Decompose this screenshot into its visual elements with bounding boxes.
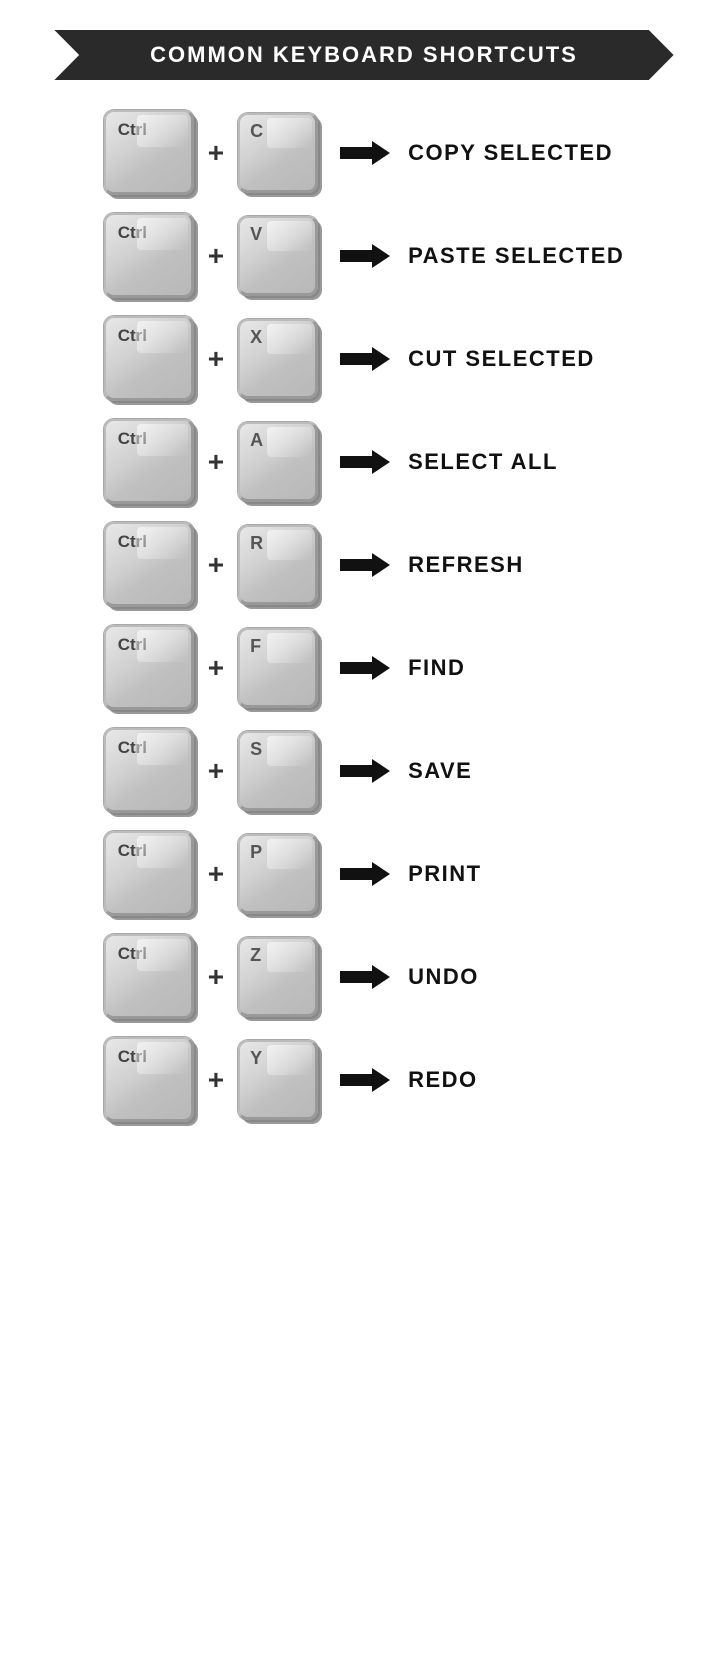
ctrl-key-find: Ctrl [104,625,194,710]
arrow-icon-paste [340,244,390,268]
page-title: COMMON KEYBOARD SHORTCUTS [54,30,673,80]
ctrl-key-label-find: Ctrl [118,635,147,655]
ctrl-key-save: Ctrl [104,728,194,813]
ctrl-key-select: Ctrl [104,419,194,504]
letter-key-label-select: A [250,430,263,451]
shortcut-description-print: PRINT [408,861,482,887]
arrow-icon-print [340,862,390,886]
letter-key-label-redo: Y [250,1048,262,1069]
ctrl-key-label-save: Ctrl [118,738,147,758]
ctrl-key-label-print: Ctrl [118,841,147,861]
letter-key-paste: V [238,216,318,296]
shortcut-row-find: Ctrl + F FIND [104,625,625,710]
letter-key-find: F [238,628,318,708]
plus-sign-save: + [208,755,224,787]
plus-sign-select: + [208,446,224,478]
ctrl-key-label-undo: Ctrl [118,944,147,964]
plus-sign-copy: + [208,137,224,169]
shortcut-row-paste: Ctrl + V PASTE SELECTED [104,213,625,298]
ctrl-key-refresh: Ctrl [104,522,194,607]
ctrl-key-label-copy: Ctrl [118,120,147,140]
shortcut-row-print: Ctrl + P PRINT [104,831,625,916]
plus-sign-cut: + [208,343,224,375]
shortcut-row-undo: Ctrl + Z UNDO [104,934,625,1019]
ctrl-key-copy: Ctrl [104,110,194,195]
arrow-icon-save [340,759,390,783]
letter-key-select: A [238,422,318,502]
ctrl-key-redo: Ctrl [104,1037,194,1122]
letter-key-label-copy: C [250,121,263,142]
letter-key-print: P [238,834,318,914]
ctrl-key-label-refresh: Ctrl [118,532,147,552]
letter-key-refresh: R [238,525,318,605]
ctrl-key-label-paste: Ctrl [118,223,147,243]
letter-key-copy: C [238,113,318,193]
shortcut-description-undo: UNDO [408,964,479,990]
letter-key-label-find: F [250,636,261,657]
ctrl-key-undo: Ctrl [104,934,194,1019]
letter-key-label-save: S [250,739,262,760]
shortcut-row-redo: Ctrl + Y REDO [104,1037,625,1122]
arrow-icon-redo [340,1068,390,1092]
shortcut-description-find: FIND [408,655,465,681]
ctrl-key-cut: Ctrl [104,316,194,401]
letter-key-label-cut: X [250,327,262,348]
ctrl-key-paste: Ctrl [104,213,194,298]
ctrl-key-print: Ctrl [104,831,194,916]
shortcut-description-cut: CUT SELECTED [408,346,595,372]
letter-key-label-refresh: R [250,533,263,554]
letter-key-redo: Y [238,1040,318,1120]
shortcut-row-copy: Ctrl + C COPY SELECTED [104,110,625,195]
ctrl-key-label-cut: Ctrl [118,326,147,346]
arrow-icon-select [340,450,390,474]
plus-sign-redo: + [208,1064,224,1096]
shortcut-description-copy: COPY SELECTED [408,140,613,166]
letter-key-label-paste: V [250,224,262,245]
shortcut-row-cut: Ctrl + X CUT SELECTED [104,316,625,401]
letter-key-undo: Z [238,937,318,1017]
shortcut-row-save: Ctrl + S SAVE [104,728,625,813]
letter-key-label-undo: Z [250,945,261,966]
ctrl-key-label-select: Ctrl [118,429,147,449]
arrow-icon-undo [340,965,390,989]
letter-key-cut: X [238,319,318,399]
shortcut-row-select: Ctrl + A SELECT ALL [104,419,625,504]
shortcuts-list: Ctrl + C COPY SELECTED Ctrl + V [104,110,625,1140]
shortcut-description-refresh: REFRESH [408,552,524,578]
letter-key-label-print: P [250,842,262,863]
ctrl-key-label-redo: Ctrl [118,1047,147,1067]
plus-sign-refresh: + [208,549,224,581]
plus-sign-paste: + [208,240,224,272]
plus-sign-print: + [208,858,224,890]
shortcut-description-save: SAVE [408,758,472,784]
arrow-icon-refresh [340,553,390,577]
plus-sign-find: + [208,652,224,684]
letter-key-save: S [238,731,318,811]
shortcut-description-select: SELECT ALL [408,449,558,475]
arrow-icon-copy [340,141,390,165]
shortcut-row-refresh: Ctrl + R REFRESH [104,522,625,607]
plus-sign-undo: + [208,961,224,993]
shortcut-description-redo: REDO [408,1067,478,1093]
shortcut-description-paste: PASTE SELECTED [408,243,624,269]
arrow-icon-find [340,656,390,680]
arrow-icon-cut [340,347,390,371]
